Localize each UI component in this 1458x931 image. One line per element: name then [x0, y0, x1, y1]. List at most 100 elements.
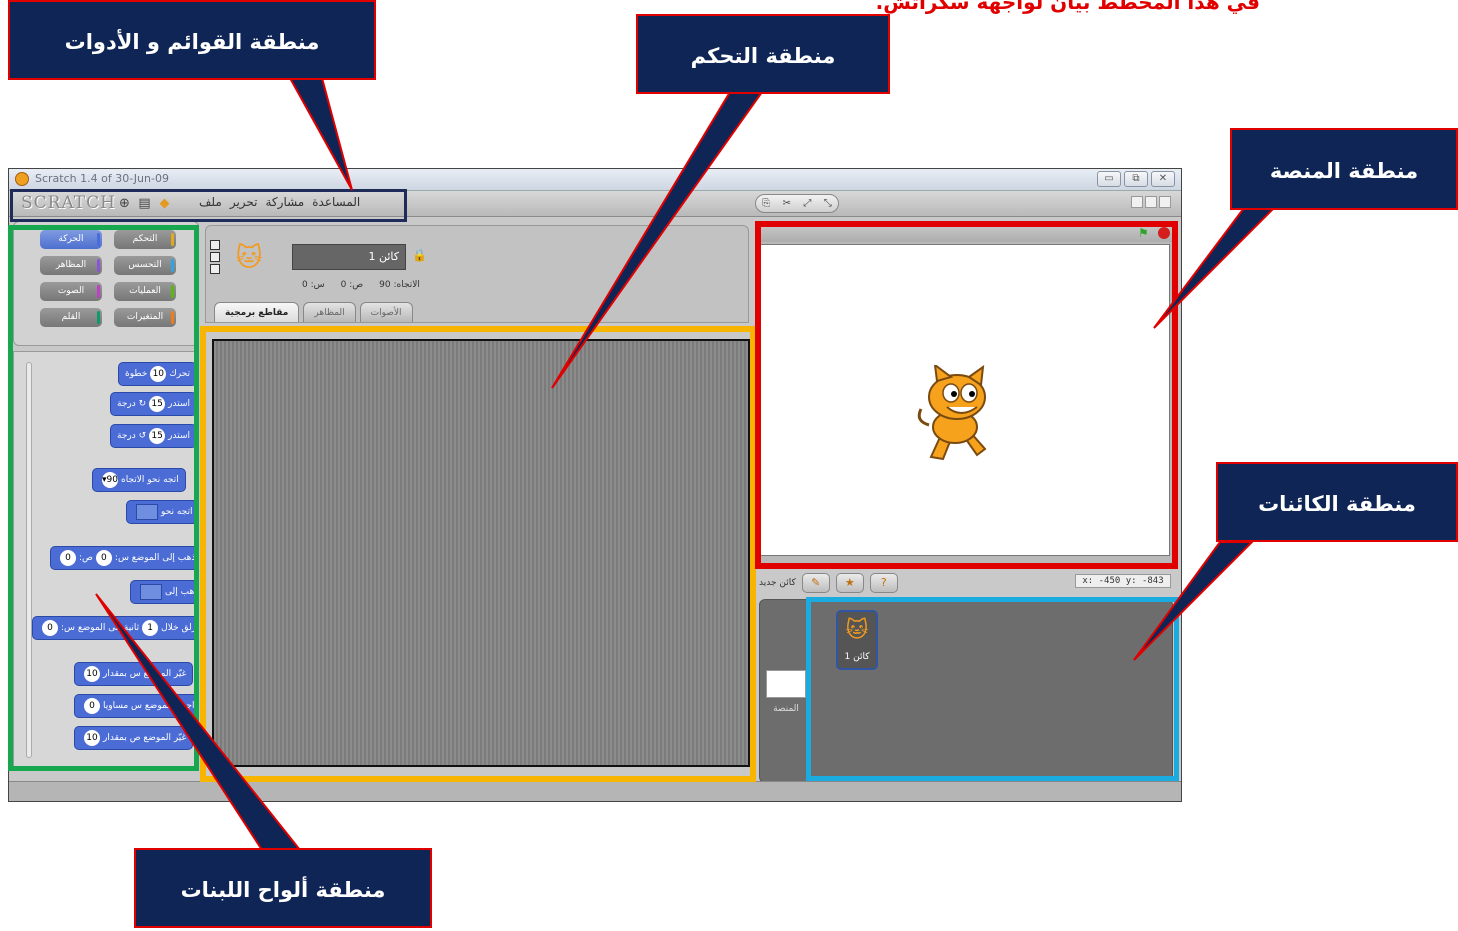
block-turn-left[interactable]: استدر15↺ درجة: [110, 424, 197, 448]
rotate-all-button[interactable]: [210, 240, 220, 250]
block-dropdown[interactable]: [136, 503, 158, 520]
green-flag-icon[interactable]: ⚑: [1138, 226, 1152, 240]
category-label: العمليات: [129, 286, 161, 296]
choose-sprite-icon[interactable]: ★: [835, 573, 864, 593]
block-input[interactable]: 15: [149, 395, 166, 412]
block-input[interactable]: 15: [149, 427, 166, 444]
block-label: استدر: [168, 431, 190, 441]
category-operators[interactable]: العمليات: [114, 282, 176, 301]
sprite-tile[interactable]: 🐱 كائن 1: [836, 610, 878, 670]
block-label: اذهب إلى: [165, 587, 199, 597]
block-change-y[interactable]: غيّر الموضع ص بمقدار10: [74, 726, 194, 750]
menu-help[interactable]: المساعدة: [312, 195, 360, 209]
block-set-x[interactable]: اجعل الموضع س مساويا0: [74, 694, 198, 718]
callout-control: منطقة التحكم: [636, 14, 890, 94]
category-label: المتغيرات: [126, 312, 164, 322]
scratch-logo: SCRATCH: [21, 193, 116, 213]
block-point-towards[interactable]: اتجه نحو: [126, 500, 198, 524]
block-go-to-xy[interactable]: اذهب إلى الموضع س:0ص:0: [50, 546, 198, 570]
category-control[interactable]: التحكم: [114, 230, 176, 249]
x-readout: س: 0: [302, 280, 325, 290]
tab-costumes[interactable]: المظاهر: [303, 302, 356, 322]
block-go-to[interactable]: اذهب إلى: [130, 580, 199, 604]
block-suffix: ثانية إلى الموضع س:: [61, 623, 140, 633]
stage-thumbnail[interactable]: [766, 670, 806, 698]
block-input[interactable]: 10: [84, 729, 100, 746]
menu-items: ملف تحرير مشاركة المساعدة: [199, 195, 360, 209]
block-input[interactable]: 0: [84, 697, 100, 714]
block-input[interactable]: 1: [142, 619, 159, 636]
stage-tools: ⎘ ✂ ⤢ ⤡: [755, 194, 839, 213]
category-label: المظاهر: [55, 260, 87, 270]
sprite-info-panel: 🐱 كائن 1 🔒 الاتجاه: 90 ص: 0 س: 0 مقاطع ب…: [205, 225, 749, 323]
block-label: اجعل الموضع س مساويا: [103, 701, 195, 711]
cut-icon[interactable]: ✂: [783, 198, 791, 209]
globe-icon[interactable]: ⊕: [117, 196, 132, 211]
paint-sprite-icon[interactable]: ✎: [801, 573, 830, 593]
callout-menus: منطقة القوائم و الأدوات: [8, 0, 376, 80]
scripts-area[interactable]: [212, 339, 750, 767]
share-icon[interactable]: ◆: [157, 196, 172, 211]
editor-tabs: مقاطع برمجية المظاهر الأصوات: [214, 302, 413, 322]
callout-sprites: منطقة الكائنات: [1216, 462, 1458, 542]
menu-edit[interactable]: تحرير: [230, 195, 258, 209]
category-motion[interactable]: الحركة: [40, 230, 102, 249]
shrink-icon[interactable]: ⤡: [824, 198, 832, 209]
category-variables[interactable]: المتغيرات: [114, 308, 176, 327]
new-sprite-label: كائن جديد: [759, 578, 796, 588]
block-label: اتجه نحو: [161, 507, 193, 517]
normal-stage-button[interactable]: [1145, 196, 1157, 208]
menu-file[interactable]: ملف: [199, 195, 222, 209]
category-sound[interactable]: الصوت: [40, 282, 102, 301]
block-move[interactable]: تحرك10خطوة: [118, 362, 198, 386]
left-right-button[interactable]: [210, 252, 220, 262]
category-looks[interactable]: المظاهر: [40, 256, 102, 275]
block-turn-right[interactable]: استدر15↻ درجة: [110, 392, 197, 416]
new-sprite-bar: كائن جديد ✎ ★ ?: [759, 573, 898, 593]
stage-panel: ⚑: [755, 223, 1175, 567]
stop-icon[interactable]: [1158, 227, 1170, 239]
maximize-button[interactable]: ⧉: [1124, 171, 1148, 187]
category-sensing[interactable]: التحسس: [114, 256, 176, 275]
block-input[interactable]: 0: [95, 549, 112, 566]
cat-sprite[interactable]: [911, 365, 1001, 465]
no-rotate-button[interactable]: [210, 264, 220, 274]
close-button[interactable]: ✕: [1151, 171, 1175, 187]
palette-scrollbar[interactable]: [26, 362, 32, 758]
presentation-button[interactable]: [1159, 196, 1171, 208]
tab-scripts[interactable]: مقاطع برمجية: [214, 302, 300, 322]
small-stage-button[interactable]: [1131, 196, 1143, 208]
block-point-direction[interactable]: اتجه نحو الاتجاه90▾: [92, 468, 186, 492]
lock-icon[interactable]: 🔒: [412, 248, 427, 262]
menu-share[interactable]: مشاركة: [266, 195, 305, 209]
block-glide[interactable]: انزلق خلال1ثانية إلى الموضع س:0: [32, 616, 198, 640]
block-dropdown[interactable]: [140, 583, 162, 600]
sprite-thumbnail-icon: 🐱: [235, 243, 263, 273]
category-label: التحسس: [128, 260, 162, 270]
category-pen[interactable]: القلم: [40, 308, 102, 327]
category-label: الحركة: [58, 234, 84, 244]
category-selector: الحركة التحكم المظاهر التحسس الصوت العمل…: [13, 221, 199, 346]
block-label: اذهب إلى الموضع س:: [114, 553, 198, 563]
scratch-window: Scratch 1.4 of 30-Jun-09 ▭ ⧉ ✕ SCRATCH ⊕…: [8, 168, 1182, 802]
block-input[interactable]: 90▾: [102, 471, 118, 488]
block-label: غيّر الموضع ص بمقدار: [103, 733, 187, 743]
block-input[interactable]: 10: [150, 365, 167, 382]
block-input[interactable]: 0: [42, 619, 58, 636]
duplicate-icon[interactable]: ⎘: [762, 198, 770, 209]
block-input[interactable]: 10: [84, 665, 100, 682]
block-label: استدر: [168, 399, 190, 409]
block-input[interactable]: 0: [60, 549, 76, 566]
save-icon[interactable]: ▤: [137, 196, 152, 211]
minimize-button[interactable]: ▭: [1097, 171, 1121, 187]
grow-icon[interactable]: ⤢: [803, 198, 811, 209]
blocks-palette: تحرك10خطوة استدر15↻ درجة استدر15↺ درجة ا…: [13, 351, 199, 769]
sprite-name-field[interactable]: كائن 1: [292, 244, 406, 270]
block-suffix: ↺ درجة: [117, 431, 147, 441]
random-sprite-icon[interactable]: ?: [869, 573, 898, 593]
block-change-x[interactable]: غيّر الموضع س بمقدار10: [74, 662, 194, 686]
sprite-tile-label: كائن 1: [844, 652, 870, 662]
mouse-position-readout: x: -450 y: -843: [1075, 574, 1171, 588]
stage[interactable]: [760, 244, 1170, 556]
tab-sounds[interactable]: الأصوات: [359, 302, 413, 322]
